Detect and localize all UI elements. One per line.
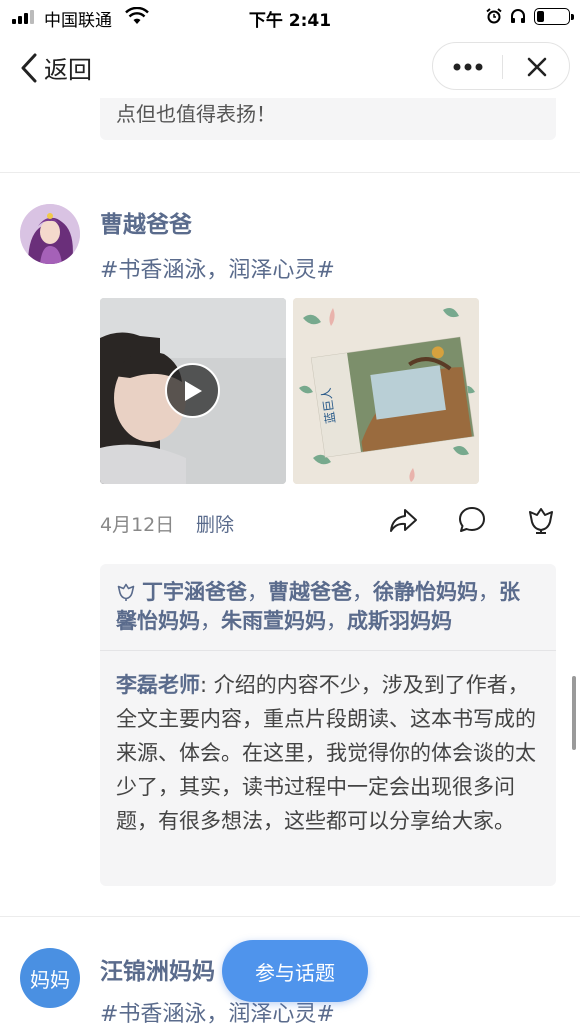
headphones-icon [511,9,525,23]
comment-icon[interactable] [457,505,487,535]
mini-program-capsule [432,42,570,90]
liker-separator: ， [200,609,221,633]
more-dots-icon [453,63,482,71]
liker-separator: ， [326,609,347,633]
back-button[interactable]: 返回 [20,50,92,85]
liker-separator: ， [247,580,268,604]
back-chevron-icon [21,53,37,82]
status-bar: 中国联通 下午 2:41 [0,0,580,34]
liker-separator: ， [352,580,373,604]
liker-name[interactable]: 朱雨萱妈妈 [221,609,326,633]
share-icon[interactable] [388,505,418,535]
likes-and-comments: 丁宇涵爸爸，曹越爸爸，徐静怡妈妈，张馨怡妈妈，朱雨萱妈妈，成斯羽妈妈 李磊老师:… [100,564,556,886]
likes-list: 丁宇涵爸爸，曹越爸爸，徐静怡妈妈，张馨怡妈妈，朱雨萱妈妈，成斯羽妈妈 [116,578,540,636]
alarm-icon [486,8,502,24]
video-thumbnail[interactable] [100,298,286,484]
previous-comment-text: 点但也值得表扬！ [116,102,276,126]
avatar-image [20,204,80,264]
play-icon [184,380,202,401]
liker-separator: ， [478,580,499,604]
liker-name[interactable]: 丁宇涵爸爸 [142,580,247,604]
close-button[interactable] [503,43,571,91]
liker-name[interactable]: 成斯羽妈妈 [347,609,452,633]
play-button[interactable] [165,363,220,418]
post-topic[interactable]: #书香涵泳，润泽心灵# [100,252,335,284]
photo-thumbnail[interactable]: 蓝巨人 [293,298,479,484]
commenter-name[interactable]: 李磊老师 [116,673,200,697]
delete-link[interactable]: 删除 [196,510,234,537]
avatar[interactable]: 妈妈 [20,948,80,1008]
liker-name[interactable]: 曹越爸爸 [268,580,352,604]
post-date: 4月12日 [100,514,175,536]
nav-bar: 返回 [0,34,580,98]
avatar[interactable] [20,204,80,264]
join-topic-button[interactable]: 参与话题 [222,940,368,1002]
comment-text: 介绍的内容不少，涉及到了作者，全文主要内容，重点片段朗读、这本书写成的来源、体会… [116,673,536,833]
comment-colon: : [200,673,214,697]
post-author[interactable]: 汪锦洲妈妈 [100,952,215,986]
comment[interactable]: 李磊老师: 介绍的内容不少，涉及到了作者，全文主要内容，重点片段朗读、这本书写成… [116,668,542,838]
scrollbar[interactable] [572,676,576,750]
previous-comment: 点但也值得表扬！ [100,98,556,140]
back-label: 返回 [44,56,92,84]
post-divider [0,916,580,917]
post-divider [0,172,580,173]
like-icon[interactable] [526,505,556,535]
battery-icon [534,8,574,25]
more-button[interactable] [433,43,502,91]
comment-divider [100,650,556,651]
battery-level [537,11,545,22]
book-photo-image: 蓝巨人 [293,298,479,484]
liker-name[interactable]: 徐静怡妈妈 [373,580,478,604]
close-icon [527,57,547,77]
post-author[interactable]: 曹越爸爸 [100,205,192,239]
like-icon [117,583,135,601]
